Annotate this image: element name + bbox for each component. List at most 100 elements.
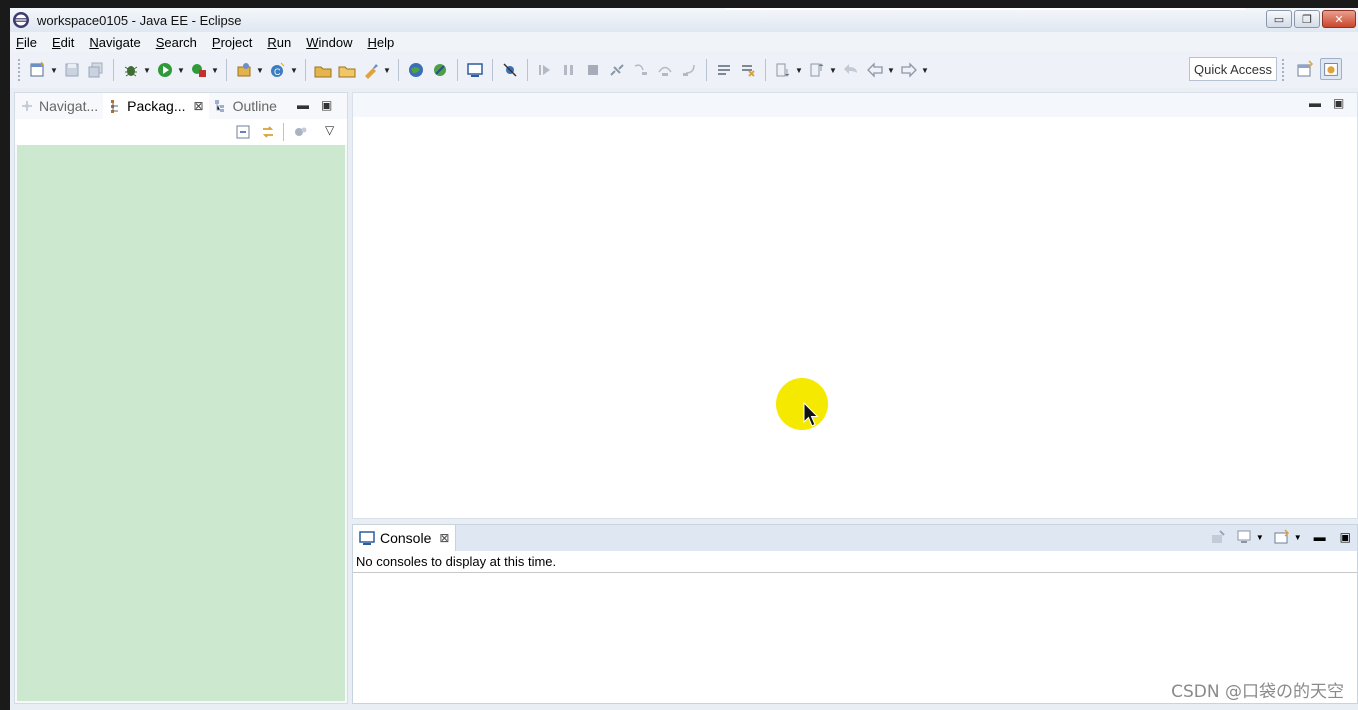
chevron-down-icon[interactable]: ▼ — [887, 66, 895, 75]
filter-icon[interactable] — [293, 124, 309, 140]
skip-breakpoints-icon[interactable] — [501, 61, 519, 79]
menu-mnemonic: P — [211, 34, 221, 50]
external-tools-icon[interactable] — [190, 61, 208, 79]
navigator-icon — [22, 101, 32, 111]
menu-label: elp — [376, 34, 395, 50]
pin-console-icon[interactable] — [1210, 529, 1226, 545]
tab-console[interactable]: Console ⊠ — [353, 525, 457, 551]
open-type-icon[interactable] — [314, 61, 332, 79]
menu-search[interactable]: Search — [156, 35, 197, 50]
menu-project[interactable]: Project — [212, 35, 252, 50]
new-class-icon[interactable]: C — [269, 61, 287, 79]
search-brush-icon[interactable] — [362, 61, 380, 79]
tab-outline[interactable]: Outline — [209, 93, 282, 119]
back-icon[interactable] — [866, 61, 884, 79]
step-return-icon[interactable] — [680, 61, 698, 79]
toolbar-grip[interactable] — [18, 59, 21, 81]
minimize-view-icon[interactable]: ▬ — [1314, 530, 1326, 544]
menu-label: un — [276, 34, 292, 50]
menu-mnemonic: E — [51, 34, 61, 50]
toolbar-separator — [706, 59, 707, 81]
step-over-icon[interactable] — [656, 61, 674, 79]
chevron-down-icon[interactable]: ▼ — [1294, 533, 1302, 542]
editor-area[interactable]: ▬ ▣ — [352, 92, 1358, 519]
view-menu-icon[interactable]: ▽ — [325, 123, 334, 137]
suspend-icon[interactable] — [560, 61, 578, 79]
last-edit-location-icon[interactable] — [842, 61, 860, 79]
maximize-view-icon[interactable]: ▣ — [321, 98, 332, 112]
tab-navigator[interactable]: Navigat... — [15, 93, 103, 119]
quick-access-input[interactable]: Quick Access — [1189, 57, 1277, 81]
open-folder-icon[interactable] — [338, 61, 356, 79]
chevron-down-icon[interactable]: ▼ — [50, 66, 58, 75]
toolbar-separator — [113, 59, 114, 81]
chevron-down-icon[interactable]: ▼ — [383, 66, 391, 75]
debug-icon[interactable] — [122, 61, 140, 79]
collapse-all-icon[interactable] — [235, 124, 251, 140]
package-explorer-icon — [111, 100, 119, 113]
new-server-icon[interactable] — [235, 61, 253, 79]
terminate-icon[interactable] — [584, 61, 602, 79]
menu-bar: File Edit Navigate Search Project Run Wi… — [10, 32, 1358, 52]
maximize-editor-icon[interactable]: ▣ — [1333, 96, 1344, 110]
chevron-down-icon[interactable]: ▼ — [795, 66, 803, 75]
minimize-editor-icon[interactable]: ▬ — [1309, 96, 1321, 110]
chevron-down-icon[interactable]: ▼ — [211, 66, 219, 75]
menu-help[interactable]: Help — [367, 35, 394, 50]
tab-label: Packag... — [127, 98, 186, 114]
menu-label: indow — [318, 34, 353, 50]
deploy-icon[interactable] — [431, 61, 449, 79]
chevron-down-icon[interactable]: ▼ — [177, 66, 185, 75]
toolbar-separator — [457, 59, 458, 81]
next-annotation-icon[interactable] — [739, 61, 757, 79]
menu-run[interactable]: Run — [267, 35, 291, 50]
close-tab-icon[interactable]: ⊠ — [439, 531, 449, 545]
maximize-view-icon[interactable]: ▣ — [1340, 530, 1351, 544]
next-edit-icon[interactable] — [774, 61, 792, 79]
menu-edit[interactable]: Edit — [52, 35, 74, 50]
close-tab-icon[interactable]: ⊠ — [194, 99, 204, 113]
save-all-icon[interactable] — [87, 61, 105, 79]
step-into-icon[interactable] — [632, 61, 650, 79]
menu-label: earch — [164, 34, 197, 50]
toolbar-grip[interactable] — [1282, 59, 1285, 81]
java-ee-perspective-icon[interactable] — [1320, 58, 1342, 80]
save-icon[interactable] — [63, 61, 81, 79]
forward-icon[interactable] — [900, 61, 918, 79]
watermark-text: CSDN @口袋の的天空 — [1171, 682, 1344, 702]
open-console-icon[interactable] — [1274, 529, 1290, 545]
chevron-down-icon[interactable]: ▼ — [290, 66, 298, 75]
use-step-filters-icon[interactable] — [715, 61, 733, 79]
menu-file[interactable]: File — [16, 35, 37, 50]
chevron-down-icon[interactable]: ▼ — [921, 66, 929, 75]
package-explorer-tree[interactable] — [17, 145, 345, 701]
resume-icon[interactable] — [536, 61, 554, 79]
chevron-down-icon[interactable]: ▼ — [829, 66, 837, 75]
restore-window-button[interactable]: ❐ — [1294, 10, 1320, 28]
main-toolbar: ▼ ▼ ▼ ▼ ▼ C ▼ ▼ ▼ ▼ ▼ ▼ Quick Access — [10, 52, 1358, 88]
disconnect-icon[interactable] — [608, 61, 626, 79]
menu-navigate[interactable]: Navigate — [89, 35, 140, 50]
link-with-editor-icon[interactable] — [259, 123, 277, 141]
minimize-view-icon[interactable]: ▬ — [297, 98, 309, 112]
tab-package-explorer[interactable]: Packag... ⊠ — [103, 93, 209, 119]
menu-window[interactable]: Window — [306, 35, 352, 50]
window-title: workspace0105 - Java EE - Eclipse — [37, 12, 242, 28]
menu-mnemonic: W — [306, 34, 319, 50]
chevron-down-icon[interactable]: ▼ — [1256, 533, 1264, 542]
open-perspective-icon[interactable] — [1294, 58, 1316, 80]
minimize-window-button[interactable]: ▭ — [1266, 10, 1292, 28]
toolbar-separator — [527, 59, 528, 81]
chevron-down-icon[interactable]: ▼ — [143, 66, 151, 75]
chevron-down-icon[interactable]: ▼ — [256, 66, 264, 75]
view-toolbar-separator — [283, 123, 284, 141]
previous-edit-icon[interactable] — [808, 61, 826, 79]
run-icon[interactable] — [156, 61, 174, 79]
close-window-button[interactable]: ✕ — [1322, 10, 1356, 28]
display-console-icon[interactable] — [1236, 529, 1252, 545]
console-view-icon[interactable] — [466, 61, 484, 79]
new-icon[interactable] — [29, 61, 47, 79]
web-browser-icon[interactable] — [407, 61, 425, 79]
tab-label: Outline — [232, 98, 277, 114]
menu-label: ile — [23, 34, 37, 50]
